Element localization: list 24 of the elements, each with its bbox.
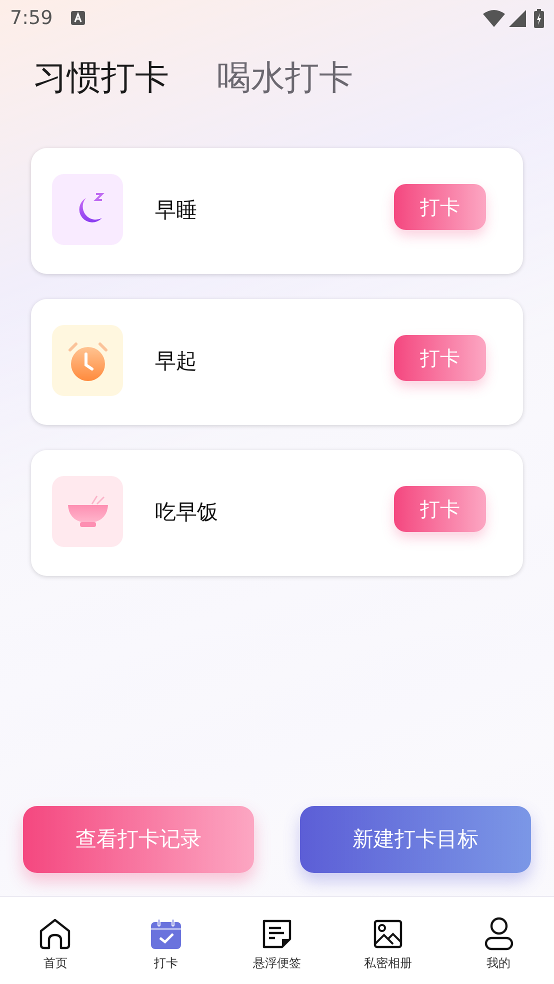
nav-tab[interactable]: 首页: [0, 897, 111, 984]
habit-name: 吃早饭: [155, 499, 219, 526]
status-time: 7:59: [10, 6, 53, 31]
action-button[interactable]: 新建打卡目标: [300, 806, 531, 873]
bowl-icon: [52, 476, 123, 547]
nav-tab[interactable]: 私密相册: [332, 897, 444, 984]
notification-icon: [70, 11, 85, 25]
moon-icon: [52, 174, 123, 245]
habit-name: 早睡: [155, 197, 198, 224]
nav-tab[interactable]: 打卡: [110, 897, 222, 984]
habit-name: 早起: [155, 348, 198, 376]
nav-tab[interactable]: 我的: [443, 897, 554, 984]
tab[interactable]: 喝水打卡: [217, 56, 353, 100]
image-icon: [372, 917, 403, 951]
nav-tab[interactable]: 悬浮便签: [222, 897, 332, 984]
user-icon: [484, 917, 514, 951]
tab[interactable]: 习惯打卡: [33, 56, 169, 100]
signal-icon: [509, 10, 526, 26]
wifi-icon: [483, 10, 505, 26]
alarm-clock-icon: [52, 325, 123, 396]
battery-icon: [534, 8, 544, 28]
home-icon: [38, 917, 72, 951]
calendar-check-icon: [150, 917, 182, 951]
note-icon: [262, 917, 292, 951]
